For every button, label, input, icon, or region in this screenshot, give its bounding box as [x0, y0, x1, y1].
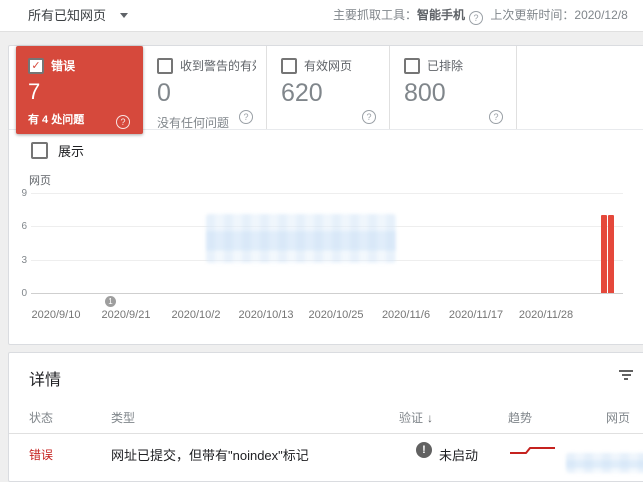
card-valid-label: 有效网页: [304, 59, 353, 73]
column-pages[interactable]: 网页: [606, 409, 630, 426]
x-tick-label: 2020/11/6: [381, 309, 431, 321]
crawler-value: 智能手机: [417, 8, 466, 22]
details-table-header: 状态 类型 验证 ↓ 趋势 网页: [9, 401, 643, 434]
gridline: [31, 226, 623, 227]
top-meta: 主要抓取工具：智能手机? 上次更新时间：2020/12/8: [333, 0, 628, 31]
caret-down-icon: [120, 13, 129, 18]
card-errors-label: 错误: [51, 59, 76, 73]
y-tick: 6: [21, 221, 27, 232]
axis-annotation-marker[interactable]: 1: [105, 296, 116, 307]
x-tick-label: 2020/10/25: [308, 309, 364, 321]
x-tick-label: 2020/9/21: [101, 309, 151, 321]
x-tick-label: 2020/9/10: [31, 309, 81, 321]
summary-card-row: ✓ 错误 7 有 4 处问题 ? 收到警告的有效… 0 没有任何问题 ? 有效网…: [9, 46, 643, 134]
card-excluded[interactable]: 已排除 800 ?: [390, 46, 516, 129]
help-icon[interactable]: ?: [239, 110, 253, 124]
details-title: 详情: [29, 372, 62, 389]
x-tick-label: 2020/11/28: [518, 309, 574, 321]
card-valid-with-warnings-value: 0: [157, 79, 171, 107]
row-status: 错误: [29, 448, 54, 462]
checkbox-excluded[interactable]: [404, 57, 420, 74]
checkbox-valid-with-warnings[interactable]: [157, 57, 173, 74]
error-bar[interactable]: [608, 215, 614, 293]
y-tick: 0: [21, 288, 27, 299]
top-bar: 所有已知网页 主要抓取工具：智能手机? 上次更新时间：2020/12/8: [0, 0, 643, 32]
x-tick-label: 2020/10/2: [171, 309, 221, 321]
row-validation: 未启动: [439, 448, 479, 463]
card-valid-with-warnings[interactable]: 收到警告的有效… 0 没有任何问题 ?: [143, 46, 266, 130]
gridline: [31, 193, 623, 194]
gridline: [31, 260, 623, 261]
card-valid[interactable]: 有效网页 620 ?: [267, 46, 389, 129]
x-axis-line: [31, 293, 623, 294]
coverage-panel: ✓ 错误 7 有 4 处问题 ? 收到警告的有效… 0 没有任何问题 ? 有效网…: [8, 45, 643, 345]
card-excluded-label: 已排除: [427, 59, 464, 73]
x-tick-label: 2020/10/13: [238, 309, 294, 321]
impressions-toggle[interactable]: 展示: [31, 141, 84, 160]
trend-sparkline: [510, 447, 555, 454]
y-tick: 3: [21, 255, 27, 266]
row-type: 网址已提交，但带有"noindex"标记: [111, 448, 309, 463]
help-icon[interactable]: ?: [469, 11, 484, 25]
redaction-blur: [566, 453, 643, 473]
validation-error-icon: !: [416, 442, 432, 458]
card-valid-with-warnings-label: 收到警告的有效…: [180, 59, 256, 73]
page-scope-dropdown[interactable]: 所有已知网页: [28, 0, 129, 31]
sort-desc-icon: ↓: [427, 411, 434, 425]
card-divider: [516, 46, 517, 129]
filter-icon[interactable]: [619, 370, 633, 382]
help-icon[interactable]: ?: [116, 115, 130, 129]
card-errors-value: 7: [28, 79, 41, 104]
help-icon[interactable]: ?: [362, 110, 376, 124]
checkbox-valid[interactable]: [281, 57, 297, 74]
column-status[interactable]: 状态: [29, 409, 53, 426]
error-bar[interactable]: [601, 215, 607, 293]
card-errors[interactable]: ✓ 错误 7 有 4 处问题 ?: [16, 46, 143, 134]
page-scope-label: 所有已知网页: [28, 8, 107, 23]
crawler-label: 主要抓取工具：: [333, 8, 418, 22]
y-axis-title: 网页: [29, 175, 51, 187]
card-valid-value: 620: [281, 79, 323, 107]
help-icon[interactable]: ?: [489, 110, 503, 124]
checkbox-errors[interactable]: ✓: [28, 57, 44, 74]
y-tick: 9: [21, 188, 27, 199]
checkbox-impressions[interactable]: [31, 142, 48, 159]
coverage-chart[interactable]: [31, 193, 623, 294]
column-type[interactable]: 类型: [111, 409, 135, 426]
column-validation[interactable]: 验证 ↓: [399, 409, 433, 426]
card-excluded-value: 800: [404, 79, 446, 107]
updated-label: 上次更新时间：: [490, 8, 575, 22]
details-panel: 详情 状态 类型 验证 ↓ 趋势 网页 错误 网址已提交，但带有"noindex"…: [8, 352, 643, 482]
column-trend[interactable]: 趋势: [508, 409, 532, 426]
impressions-label: 展示: [58, 144, 85, 159]
updated-value: 2020/12/8: [574, 8, 628, 22]
x-tick-label: 2020/11/17: [448, 309, 504, 321]
table-row[interactable]: 错误 网址已提交，但带有"noindex"标记 ! 未启动: [9, 433, 643, 473]
